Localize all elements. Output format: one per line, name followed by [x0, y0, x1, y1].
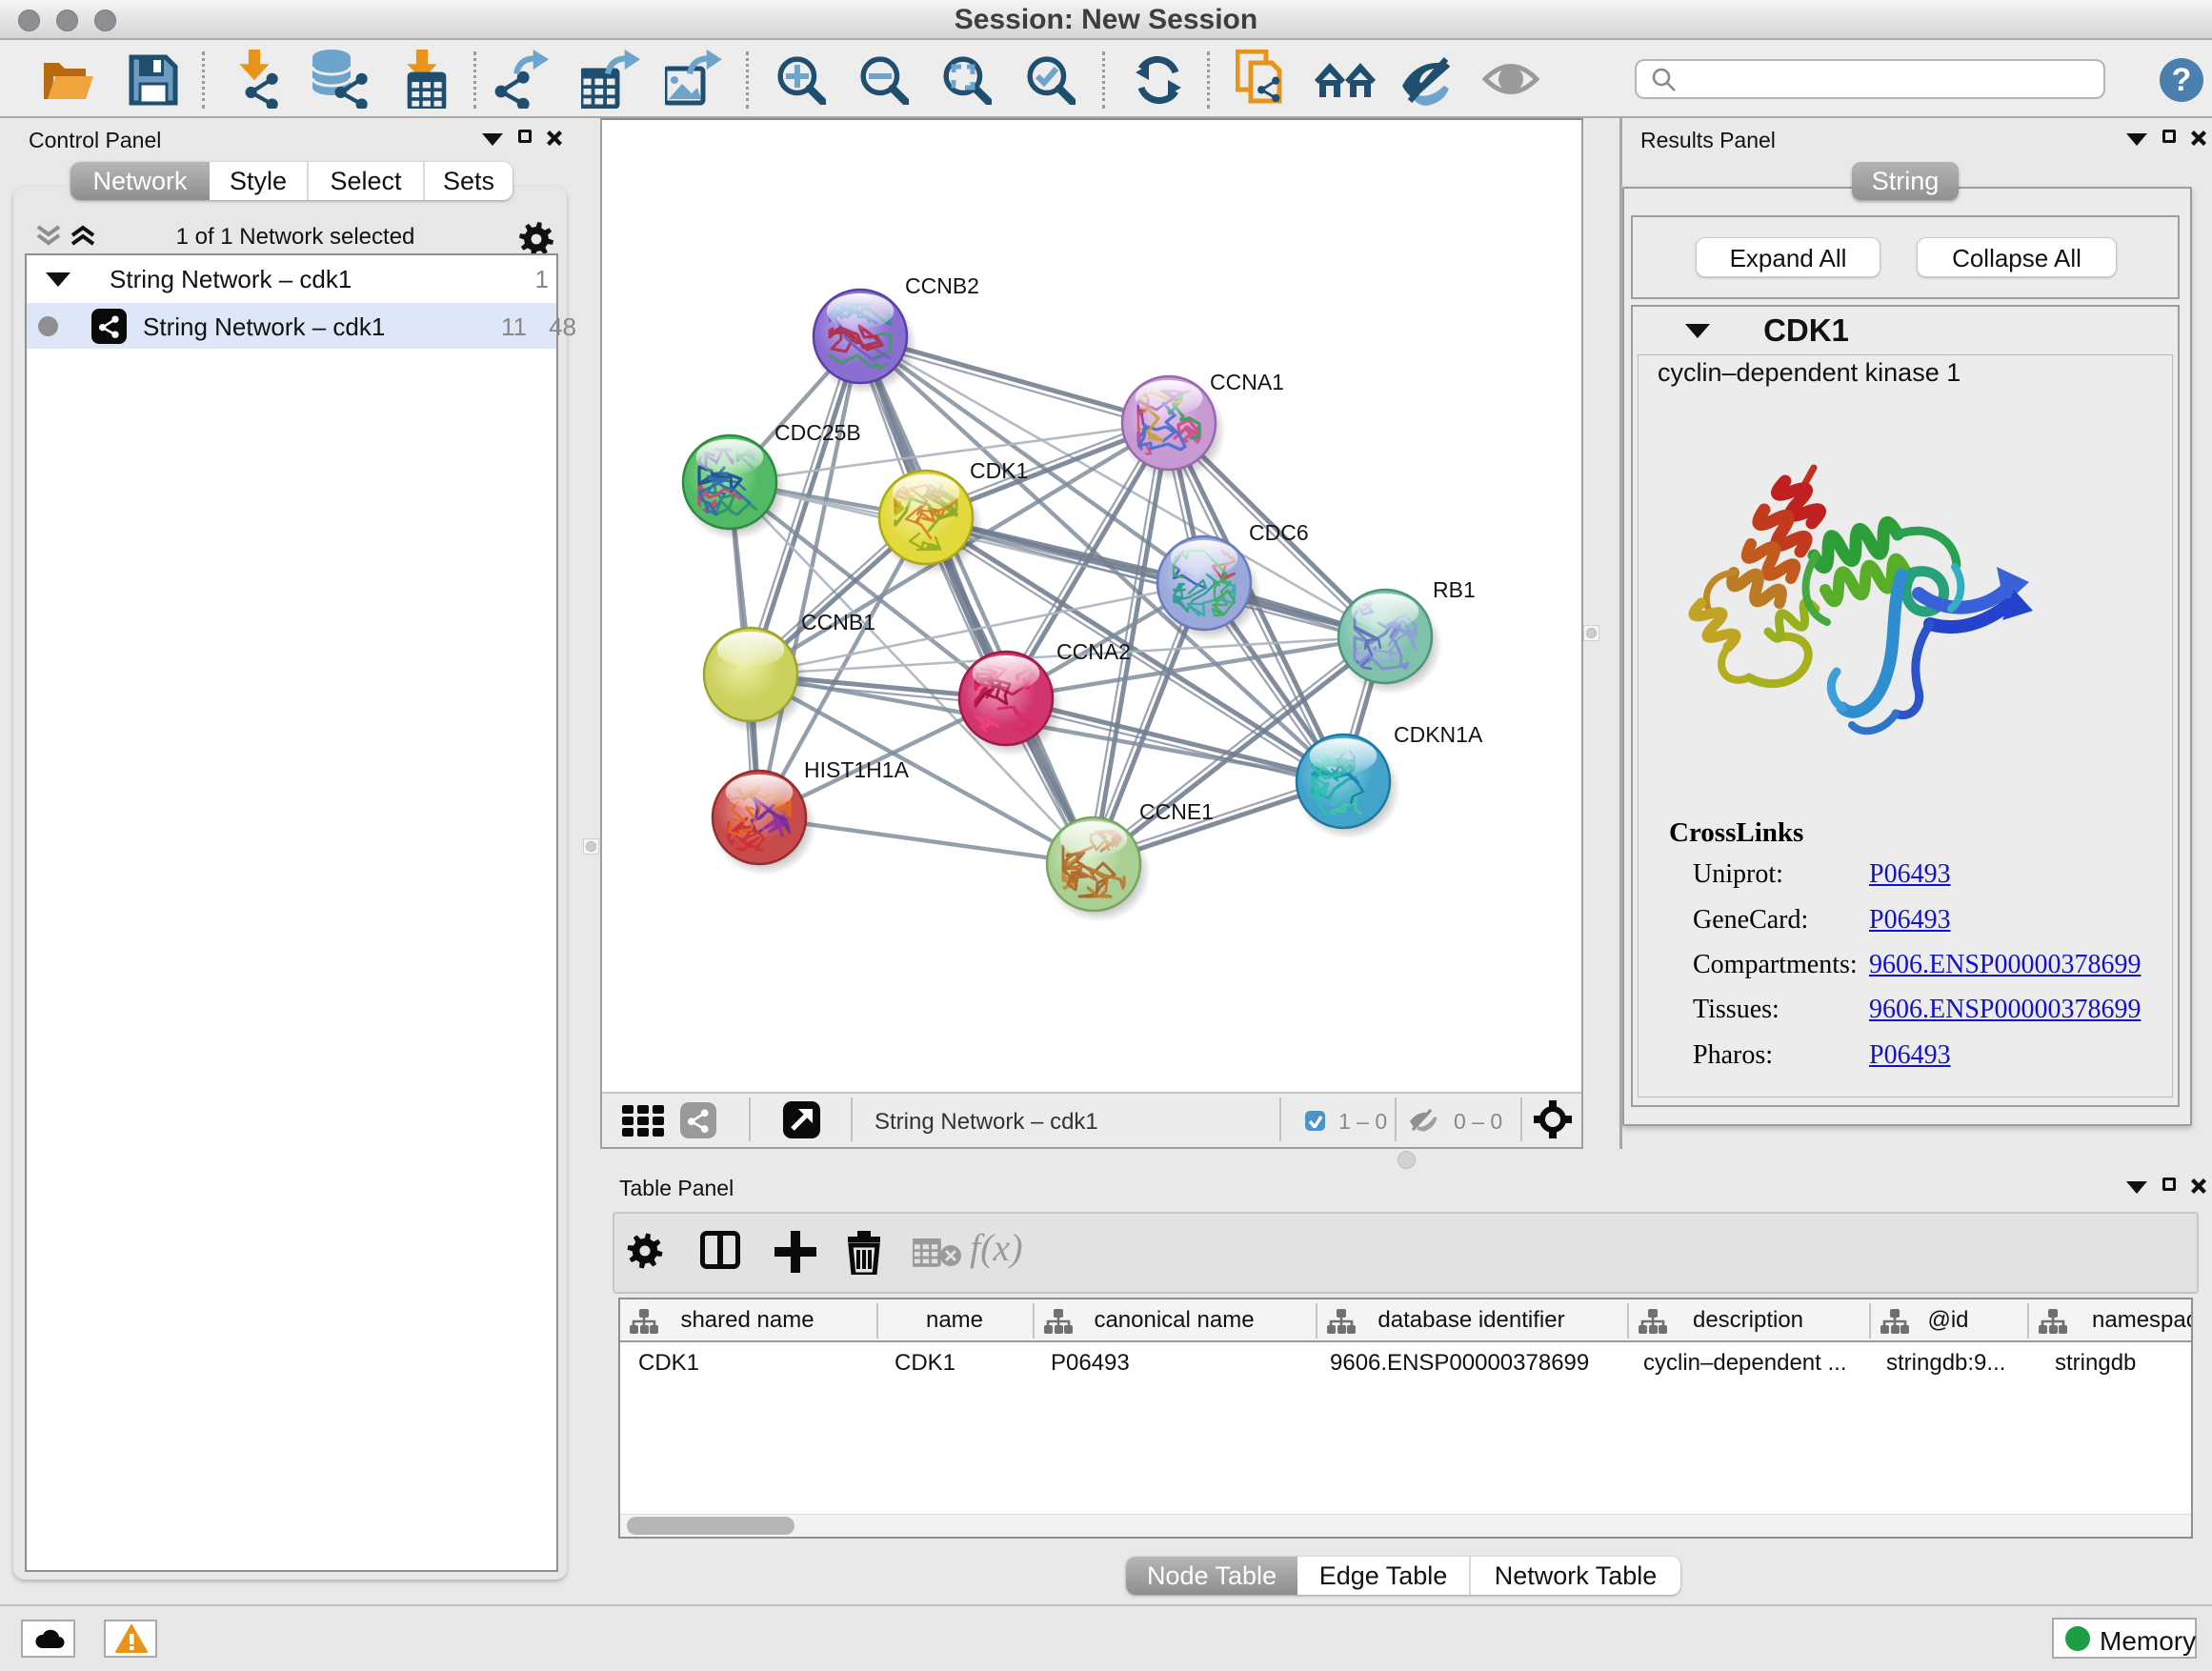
svg-text:CDK1: CDK1 [970, 458, 1028, 483]
svg-text:HIST1H1A: HIST1H1A [804, 757, 910, 782]
svg-text:RB1: RB1 [1433, 577, 1476, 602]
svg-text:CCNA1: CCNA1 [1210, 370, 1284, 394]
svg-text:CCNB2: CCNB2 [905, 273, 979, 298]
svg-text:CCNA2: CCNA2 [1056, 639, 1131, 664]
svg-text:CDC25B: CDC25B [774, 420, 861, 445]
svg-text:CDC6: CDC6 [1249, 520, 1309, 545]
svg-text:CCNE1: CCNE1 [1139, 799, 1214, 824]
svg-text:CDKN1A: CDKN1A [1394, 722, 1483, 747]
svg-text:CCNB1: CCNB1 [801, 610, 875, 634]
